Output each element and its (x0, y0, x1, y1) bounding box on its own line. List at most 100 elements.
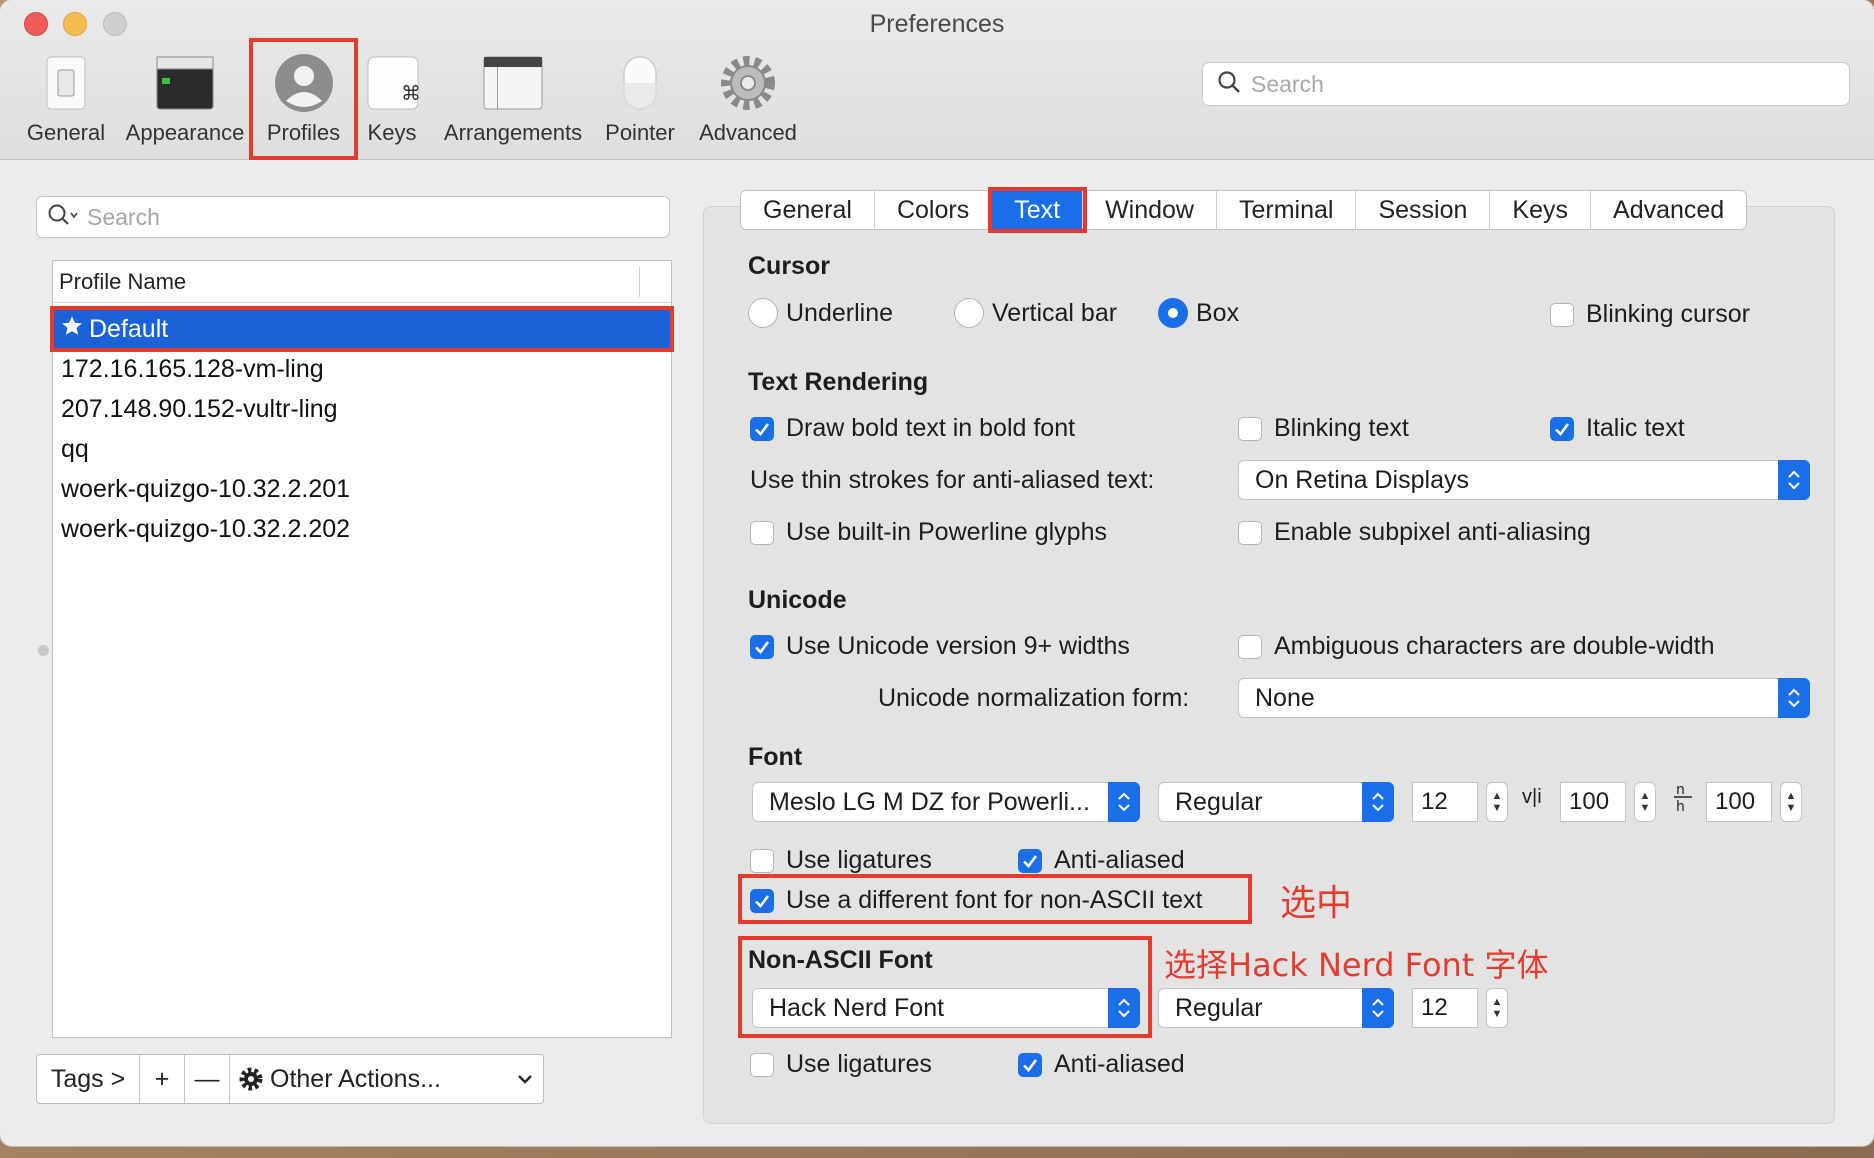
updown-arrows-icon (1362, 782, 1394, 822)
non-ascii-font-section-title: Non-ASCII Font (748, 946, 933, 974)
checkmark-icon (750, 634, 774, 659)
non-ascii-font-size-field[interactable]: 12 (1412, 988, 1478, 1028)
font-size-stepper[interactable]: ▲ ▼ (1486, 782, 1508, 822)
cursor-vertical-bar-radio[interactable]: Vertical bar (954, 298, 1117, 328)
non-ascii-font-family-select[interactable]: Hack Nerd Font (752, 988, 1140, 1028)
search-icon (1217, 70, 1241, 99)
profile-row[interactable]: woerk-quizgo-10.32.2.202 (53, 509, 671, 549)
terminal-window-icon (154, 52, 216, 114)
profile-row-default[interactable]: Default (50, 306, 674, 352)
svg-text:n: n (1676, 782, 1685, 798)
font-family-select[interactable]: Meslo LG M DZ for Powerli... (752, 782, 1140, 822)
blinking-text-checkbox[interactable]: Blinking text (1238, 414, 1409, 443)
toolbar-advanced[interactable]: Advanced (694, 52, 802, 146)
updown-arrows-icon (1778, 678, 1810, 718)
toolbar-pointer[interactable]: Pointer (602, 52, 678, 146)
profile-row[interactable]: 172.16.165.128-vm-ling (53, 349, 671, 389)
font-antialiased-checkbox[interactable]: Anti-aliased (1018, 846, 1185, 875)
preferences-search-field[interactable]: Search (1202, 62, 1850, 106)
non-ascii-font-size-stepper[interactable]: ▲ ▼ (1486, 988, 1508, 1028)
non-ascii-antialiased-checkbox[interactable]: Anti-aliased (1018, 1050, 1185, 1079)
non-ascii-ligatures-checkbox[interactable]: Use ligatures (750, 1050, 932, 1079)
horizontal-spacing-stepper[interactable]: ▲ ▼ (1634, 782, 1656, 822)
checkmark-icon (1018, 1052, 1042, 1077)
add-profile-button[interactable]: + (140, 1055, 185, 1103)
tab-keys[interactable]: Keys (1490, 191, 1592, 229)
checkbox-icon (1550, 302, 1574, 327)
tab-general[interactable]: General (741, 191, 875, 229)
toolbar-appearance[interactable]: Appearance (120, 52, 250, 146)
unicode-normalization-label: Unicode normalization form: (878, 684, 1190, 712)
italic-text-checkbox[interactable]: Italic text (1550, 414, 1685, 443)
font-ligatures-checkbox[interactable]: Use ligatures (750, 846, 932, 875)
profile-row[interactable]: qq (53, 429, 671, 469)
font-style-select[interactable]: Regular (1158, 782, 1394, 822)
checkmark-icon (750, 888, 774, 913)
vertical-spacing-field[interactable]: 100 (1706, 782, 1772, 822)
search-icon (47, 203, 79, 232)
star-icon (61, 315, 83, 344)
checkbox-icon (750, 520, 774, 545)
checkbox-icon (750, 1052, 774, 1077)
toolbar-arrangements[interactable]: Arrangements (438, 52, 588, 146)
subpixel-antialiasing-checkbox[interactable]: Enable subpixel anti-aliasing (1238, 518, 1591, 547)
updown-arrows-icon (1778, 460, 1810, 500)
tags-button[interactable]: Tags > (37, 1055, 140, 1103)
radio-icon (954, 298, 984, 328)
font-section-title: Font (748, 743, 803, 771)
blinking-cursor-checkbox[interactable]: Blinking cursor (1550, 300, 1750, 329)
user-profile-icon (273, 52, 335, 114)
tab-colors[interactable]: Colors (875, 191, 993, 229)
tab-advanced[interactable]: Advanced (1591, 191, 1746, 229)
window-title: Preferences (869, 10, 1005, 38)
profile-actions-bar: Tags > + — Other Actions... (36, 1054, 544, 1104)
window-arrangement-icon (482, 52, 544, 114)
gear-icon (238, 1066, 264, 1092)
tab-session[interactable]: Session (1356, 191, 1491, 229)
font-size-field[interactable]: 12 (1412, 782, 1478, 822)
vertical-spacing-stepper[interactable]: ▲ ▼ (1780, 782, 1802, 822)
updown-arrows-icon (1108, 782, 1140, 822)
tab-window[interactable]: Window (1083, 191, 1217, 229)
toolbar-profiles[interactable]: Profiles (249, 38, 358, 160)
unicode-normalization-select[interactable]: None (1238, 678, 1810, 718)
profile-row[interactable]: 207.148.90.152-vultr-ling (53, 389, 671, 429)
command-key-icon: ⌘ (362, 52, 424, 114)
non-ascii-font-style-select[interactable]: Regular (1158, 988, 1394, 1028)
checkmark-icon (750, 416, 774, 441)
unicode-widths-checkbox[interactable]: Use Unicode version 9+ widths (750, 632, 1130, 661)
checkbox-icon (1238, 520, 1262, 545)
split-view-handle[interactable] (38, 645, 49, 656)
radio-icon (748, 298, 778, 328)
toolbar-general[interactable]: General (22, 52, 110, 146)
profile-list: Profile Name Default 172.16.165.128-vm-l… (50, 260, 674, 1038)
horizontal-spacing-field[interactable]: 100 (1560, 782, 1626, 822)
profile-list-header[interactable]: Profile Name (53, 261, 671, 303)
text-rendering-section-title: Text Rendering (748, 368, 929, 396)
toolbar-keys[interactable]: ⌘ Keys (362, 52, 422, 146)
cursor-underline-radio[interactable]: Underline (748, 298, 893, 328)
svg-text:h: h (1676, 799, 1685, 814)
updown-arrows-icon (1108, 988, 1140, 1028)
thin-strokes-select[interactable]: On Retina Displays (1238, 460, 1810, 500)
profile-search-field[interactable]: Search (36, 196, 670, 238)
chevron-down-icon (517, 1073, 533, 1085)
updown-arrows-icon (1362, 988, 1394, 1028)
profile-row[interactable]: woerk-quizgo-10.32.2.201 (53, 469, 671, 509)
ambiguous-double-width-checkbox[interactable]: Ambiguous characters are double-width (1238, 632, 1715, 661)
powerline-glyphs-checkbox[interactable]: Use built-in Powerline glyphs (750, 518, 1107, 547)
column-divider (639, 267, 640, 297)
unicode-section-title: Unicode (748, 586, 847, 614)
checkbox-icon (750, 848, 774, 873)
vertical-spacing-icon: nh (1672, 780, 1694, 814)
other-actions-menu[interactable]: Other Actions... (230, 1055, 543, 1103)
preferences-window: Preferences General Appearance Profiles … (0, 0, 1874, 1146)
different-nonascii-font-checkbox[interactable]: Use a different font for non-ASCII text (750, 886, 1202, 915)
cursor-box-radio[interactable]: Box (1158, 298, 1239, 328)
bold-font-checkbox[interactable]: Draw bold text in bold font (750, 414, 1075, 443)
tab-text[interactable]: Text (988, 187, 1088, 233)
tab-terminal[interactable]: Terminal (1217, 191, 1357, 229)
horizontal-spacing-icon: v|i (1522, 786, 1542, 808)
mouse-icon (609, 52, 671, 114)
remove-profile-button[interactable]: — (185, 1055, 230, 1103)
